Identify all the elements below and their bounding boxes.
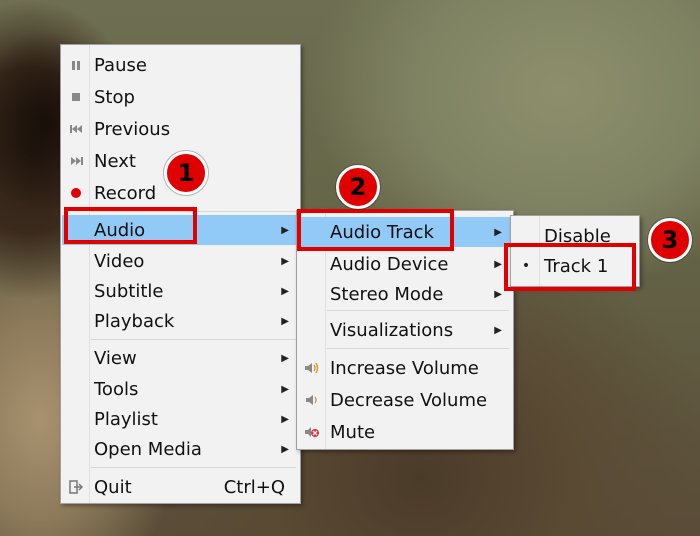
menu-separator xyxy=(91,467,296,468)
menu-item-visualizations[interactable]: Visualizations ▶ xyxy=(298,315,512,345)
submenu-arrow-icon: ▶ xyxy=(494,324,502,336)
menu-item-label: Visualizations xyxy=(330,319,454,341)
menu-item-increase-volume[interactable]: Increase Volume xyxy=(298,353,512,383)
menu-item-label: Stop xyxy=(94,86,135,108)
callout-badge-3: 3 xyxy=(648,218,692,262)
menu-item-label: Subtitle xyxy=(94,280,164,302)
main-context-menu: Pause Stop Previous Next Record Audio ▶ … xyxy=(60,44,301,504)
submenu-arrow-icon: ▶ xyxy=(494,226,502,238)
menu-item-label: Increase Volume xyxy=(330,357,479,379)
pause-icon xyxy=(62,50,90,80)
stop-icon xyxy=(62,82,90,112)
menu-item-label: Stereo Mode xyxy=(330,283,444,305)
menu-item-open-media[interactable]: Open Media ▶ xyxy=(62,434,299,464)
skip-back-icon xyxy=(62,114,90,144)
menu-item-view[interactable]: View ▶ xyxy=(62,343,299,373)
menu-item-label: Playback xyxy=(94,310,175,332)
skip-forward-icon xyxy=(62,146,90,176)
submenu-arrow-icon: ▶ xyxy=(494,288,502,300)
menu-separator xyxy=(327,310,509,311)
volume-up-icon xyxy=(298,353,326,383)
menu-item-label: Quit xyxy=(94,476,132,498)
menu-item-label: Decrease Volume xyxy=(330,389,488,411)
callout-box-audio xyxy=(64,207,197,244)
menu-item-label: Tools xyxy=(94,378,139,400)
submenu-arrow-icon: ▶ xyxy=(281,413,289,425)
menu-item-label: Open Media xyxy=(94,438,202,460)
menu-item-audio-device[interactable]: Audio Device ▶ xyxy=(298,249,512,279)
callout-box-track-1 xyxy=(504,243,636,291)
callout-badge-1: 1 xyxy=(164,151,208,195)
menu-item-pause[interactable]: Pause xyxy=(62,50,299,80)
submenu-arrow-icon: ▶ xyxy=(281,224,289,236)
submenu-arrow-icon: ▶ xyxy=(281,255,289,267)
menu-item-mute[interactable]: Mute xyxy=(298,417,512,447)
menu-item-quit[interactable]: Quit Ctrl+Q xyxy=(62,472,299,502)
volume-down-icon xyxy=(298,385,326,415)
menu-item-label: Video xyxy=(94,250,145,272)
menu-item-label: Playlist xyxy=(94,408,158,430)
submenu-arrow-icon: ▶ xyxy=(281,352,289,364)
menu-item-playlist[interactable]: Playlist ▶ xyxy=(62,404,299,434)
menu-item-tools[interactable]: Tools ▶ xyxy=(62,374,299,404)
menu-item-label: Record xyxy=(94,182,157,204)
submenu-arrow-icon: ▶ xyxy=(281,383,289,395)
submenu-arrow-icon: ▶ xyxy=(281,285,289,297)
menu-item-stereo-mode[interactable]: Stereo Mode ▶ xyxy=(298,279,512,309)
callout-badge-2: 2 xyxy=(336,165,380,209)
menu-item-decrease-volume[interactable]: Decrease Volume xyxy=(298,385,512,415)
menu-item-label: Previous xyxy=(94,118,171,140)
menu-item-label: Pause xyxy=(94,54,147,76)
submenu-arrow-icon: ▶ xyxy=(281,443,289,455)
menu-item-label: Mute xyxy=(330,421,376,443)
menu-separator xyxy=(327,348,509,349)
menu-item-stop[interactable]: Stop xyxy=(62,82,299,112)
menu-item-subtitle[interactable]: Subtitle ▶ xyxy=(62,276,299,306)
menu-item-label: View xyxy=(94,347,137,369)
shortcut-label: Ctrl+Q xyxy=(223,476,285,498)
menu-item-previous[interactable]: Previous xyxy=(62,114,299,144)
callout-box-audio-track xyxy=(297,209,454,251)
menu-item-playback[interactable]: Playback ▶ xyxy=(62,306,299,336)
mute-icon xyxy=(298,417,326,447)
exit-icon xyxy=(62,472,90,502)
menu-item-label: Next xyxy=(94,150,136,172)
record-icon xyxy=(62,178,90,208)
submenu-arrow-icon: ▶ xyxy=(281,315,289,327)
menu-item-video[interactable]: Video ▶ xyxy=(62,246,299,276)
menu-item-label: Audio Device xyxy=(330,253,449,275)
menu-separator xyxy=(91,339,296,340)
submenu-arrow-icon: ▶ xyxy=(494,258,502,270)
